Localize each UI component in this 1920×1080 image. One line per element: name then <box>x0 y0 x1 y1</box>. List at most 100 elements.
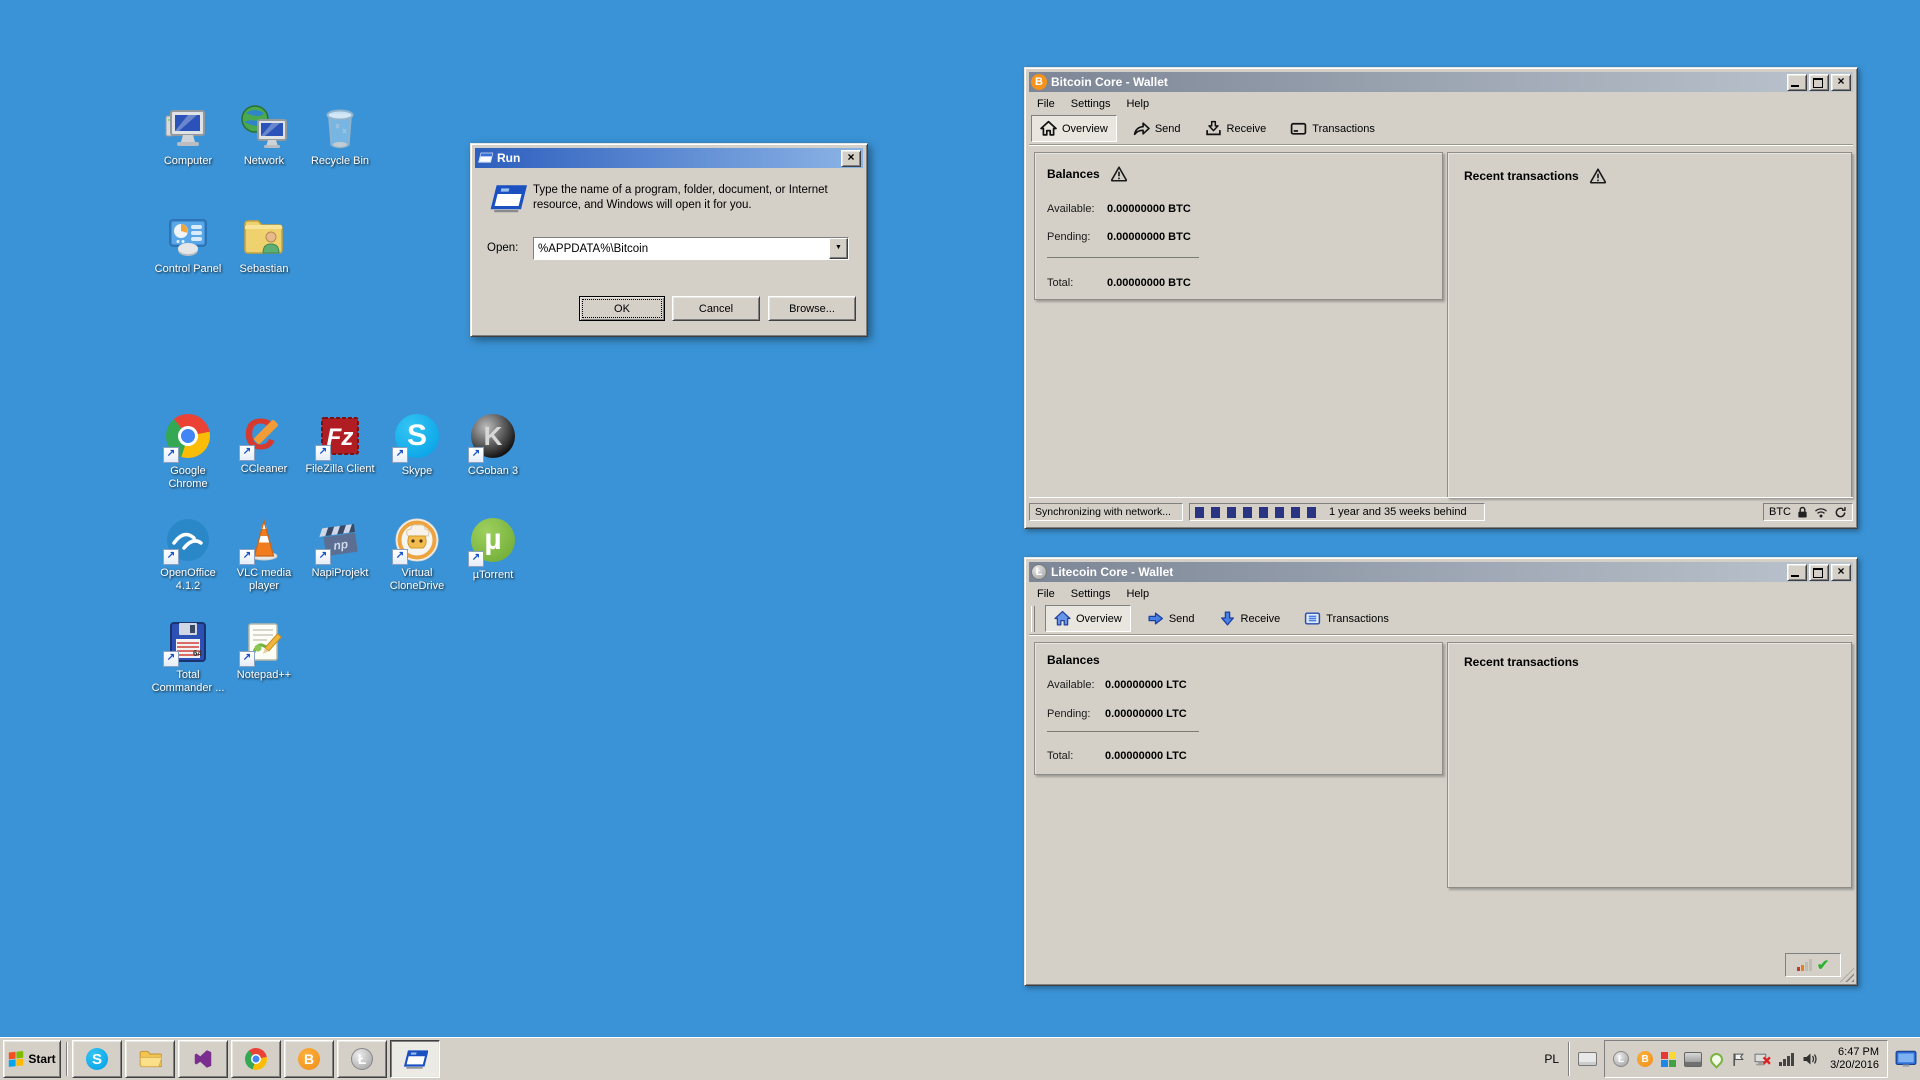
recent-transactions-header: Recent transactions <box>1464 655 1579 669</box>
clock-date: 3/20/2016 <box>1830 1059 1879 1071</box>
unit-label[interactable]: BTC <box>1769 506 1791 518</box>
sync-status: Synchronizing with network... <box>1029 503 1183 521</box>
desktop-icon-openoffice[interactable]: ↗ OpenOffice 4.1.2 <box>146 516 230 593</box>
minimize-button[interactable] <box>1787 563 1807 581</box>
menu-settings[interactable]: Settings <box>1063 96 1119 112</box>
pending-label: Pending: <box>1047 231 1091 243</box>
desktop-icon-ccleaner[interactable]: C ↗ CCleaner <box>222 410 306 476</box>
keyboard-icon[interactable] <box>1578 1052 1598 1066</box>
menu-file[interactable]: File <box>1029 586 1063 602</box>
desktop-icon-network[interactable]: Network <box>222 104 306 168</box>
menu-file[interactable]: File <box>1029 96 1063 112</box>
desktop-icon-sebastian[interactable]: Sebastian <box>222 212 306 276</box>
desktop-icon-vlc[interactable]: ↗ VLC media player <box>222 516 306 593</box>
desktop-icon-notepadpp[interactable]: ↗ Notepad++ <box>222 618 306 682</box>
available-label: Available: <box>1047 679 1095 691</box>
combo-dropdown-button[interactable]: ▼ <box>829 238 848 259</box>
toolbar-grip[interactable] <box>1031 605 1035 632</box>
home-icon <box>1040 120 1057 136</box>
close-button[interactable]: × <box>1831 563 1851 581</box>
vlc-icon: ↗ <box>239 516 288 565</box>
shortcut-arrow-icon: ↗ <box>315 549 331 565</box>
network-signal-icon <box>1815 507 1827 517</box>
menu-help[interactable]: Help <box>1118 96 1157 112</box>
desktop-icon-google-chrome[interactable]: ↗ Google Chrome <box>146 412 230 491</box>
maximize-button[interactable] <box>1809 73 1829 91</box>
taskbar-button-visual-studio[interactable] <box>178 1040 228 1078</box>
desktop-icon-virtual-clonedrive[interactable]: ↗ Virtual CloneDrive <box>375 516 459 593</box>
desktop: Computer Network Recycle Bin Control Pan… <box>0 0 1920 1080</box>
browse-button[interactable]: Browse... <box>768 296 856 321</box>
tab-receive[interactable]: Receive <box>1211 606 1289 631</box>
taskbar-button-run[interactable] <box>390 1040 440 1078</box>
taskbar-clock[interactable]: 6:47 PM 3/20/2016 <box>1830 1046 1879 1072</box>
start-button[interactable]: Start <box>3 1040 61 1078</box>
show-desktop-icon[interactable] <box>1895 1050 1917 1068</box>
minimize-button[interactable] <box>1787 73 1807 91</box>
tray-bitcoin-icon[interactable]: B <box>1637 1051 1654 1067</box>
send-icon <box>1148 612 1163 625</box>
tab-overview[interactable]: Overview <box>1031 115 1117 142</box>
taskbar-button-litecoin[interactable]: Ł <box>337 1040 387 1078</box>
cancel-button[interactable]: Cancel <box>672 296 760 321</box>
desktop-icon-computer[interactable]: Computer <box>146 104 230 168</box>
desktop-icon-recycle-bin[interactable]: Recycle Bin <box>298 104 382 168</box>
available-value: 0.00000000 BTC <box>1107 203 1191 215</box>
tray-litecoin-icon[interactable]: Ł <box>1613 1051 1630 1067</box>
bitcoin-titlebar[interactable]: B Bitcoin Core - Wallet × <box>1029 72 1853 92</box>
taskbar-button-bitcoin[interactable]: B <box>284 1040 334 1078</box>
taskbar-button-chrome[interactable] <box>231 1040 281 1078</box>
tab-overview[interactable]: Overview <box>1045 605 1131 632</box>
taskbar-button-explorer[interactable] <box>125 1040 175 1078</box>
tray-antivirus-icon[interactable] <box>1661 1051 1677 1067</box>
shortcut-arrow-icon: ↗ <box>468 551 484 567</box>
tray-network-disconnected-icon[interactable] <box>1754 1052 1771 1067</box>
close-button[interactable]: × <box>1831 73 1851 91</box>
tab-send[interactable]: Send <box>1125 116 1189 141</box>
ok-button[interactable]: OK <box>579 296 665 321</box>
run-icon <box>403 1050 428 1069</box>
receive-icon <box>1205 120 1221 136</box>
tab-transactions[interactable]: Transactions <box>1296 606 1397 631</box>
window-title: Bitcoin Core - Wallet <box>1051 75 1168 89</box>
desktop-icon-total-commander[interactable]: 64 ↗ Total Commander ... <box>146 618 230 695</box>
svg-text:64: 64 <box>193 649 202 658</box>
taskbar-button-skype[interactable]: S <box>72 1040 122 1078</box>
lock-icon <box>1798 506 1807 518</box>
bitcoin-balances-panel: Balances Available: 0.00000000 BTC Pendi… <box>1034 152 1443 300</box>
desktop-icon-skype[interactable]: S ↗ Skype <box>375 412 459 478</box>
tray-flag-icon[interactable] <box>1731 1052 1746 1067</box>
run-titlebar[interactable]: Run × <box>475 148 863 168</box>
total-value: 0.00000000 LTC <box>1105 750 1187 762</box>
tray-drive-icon[interactable] <box>1684 1051 1703 1067</box>
desktop-icon-label: Network <box>243 155 285 167</box>
tab-send[interactable]: Send <box>1139 606 1203 631</box>
tab-receive[interactable]: Receive <box>1197 116 1275 141</box>
desktop-icon-napiprojekt[interactable]: np ↗ NapiProjekt <box>298 516 382 580</box>
cgoban-icon: K ↗ <box>468 414 517 463</box>
litecoin-titlebar[interactable]: Ł Litecoin Core - Wallet × <box>1029 562 1853 582</box>
desktop-icon-filezilla[interactable]: Fz ↗ FileZilla Client <box>298 412 382 476</box>
desktop-icon-label: Virtual CloneDrive <box>389 567 445 592</box>
close-button[interactable]: × <box>841 149 861 167</box>
menu-settings[interactable]: Settings <box>1063 586 1119 602</box>
transactions-icon <box>1305 612 1321 625</box>
tray-signal-icon[interactable] <box>1779 1052 1795 1066</box>
desktop-icon-label: FileZilla Client <box>305 463 375 475</box>
maximize-button[interactable] <box>1809 563 1829 581</box>
tray-leaf-icon[interactable] <box>1707 1049 1726 1069</box>
user-folder-icon <box>240 212 288 260</box>
tray-divider <box>1568 1042 1570 1076</box>
language-indicator[interactable]: PL <box>1544 1052 1559 1066</box>
menu-help[interactable]: Help <box>1118 586 1157 602</box>
tray-volume-icon[interactable] <box>1802 1052 1818 1066</box>
napiprojekt-icon: np ↗ <box>315 516 364 565</box>
desktop-icon-cgoban[interactable]: K ↗ CGoban 3 <box>451 412 535 478</box>
desktop-icon-control-panel[interactable]: Control Panel <box>146 212 230 276</box>
desktop-icon-label: CGoban 3 <box>467 465 519 477</box>
tab-transactions[interactable]: Transactions <box>1282 116 1383 141</box>
desktop-icon-utorrent[interactable]: µ ↗ µTorrent <box>451 516 535 582</box>
resize-grip[interactable] <box>1840 968 1854 982</box>
open-input[interactable] <box>534 238 829 259</box>
desktop-icon-label: Total Commander ... <box>151 669 225 694</box>
